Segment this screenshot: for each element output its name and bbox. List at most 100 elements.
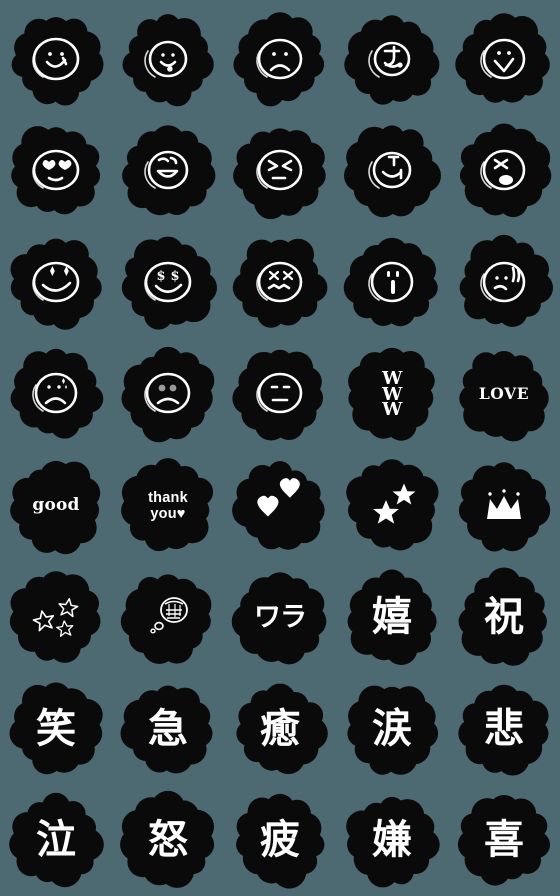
yorokobi-kanji-text[interactable]: 喜 [457, 795, 550, 886]
love-text[interactable]: LOVE [459, 351, 549, 442]
warai-kanji-text[interactable]: 笑 [9, 682, 103, 775]
sticker-cell [112, 339, 224, 451]
sticker-cell [336, 450, 448, 562]
neutral-blank-face[interactable] [232, 350, 323, 441]
sticker-cell [0, 227, 112, 339]
sticker-blob-shape [346, 797, 440, 888]
kanashii-kanji-text[interactable]: 悲 [458, 684, 549, 776]
sparkle-eyes-face[interactable] [10, 238, 102, 330]
wara-kana-text[interactable]: ワラ [231, 572, 327, 665]
sticker-blob-shape [344, 125, 441, 218]
sticker-blob-shape [11, 126, 101, 215]
squint-eyes-face[interactable] [233, 128, 326, 220]
sticker-cell: thank you♥ [112, 450, 224, 562]
sticker-cell: 怒 [112, 785, 224, 896]
heart-eyes-face[interactable] [11, 126, 101, 215]
happy-dot-eyes-face[interactable] [455, 13, 550, 103]
sticker-blob-shape [233, 128, 326, 220]
sticker-blob-shape [122, 125, 216, 216]
sticker-grid: $ $ W W W LOVE good thank you♥ ワラ 嬉 祝 笑 … [0, 0, 560, 896]
sticker-cell: 疲 [224, 785, 336, 896]
smiley-face[interactable] [11, 16, 104, 106]
sticker-cell [336, 227, 448, 339]
thank-you-text[interactable]: thank you♥ [121, 457, 214, 551]
sticker-blob-shape [347, 685, 439, 775]
sweat-drop-face[interactable] [459, 234, 553, 327]
sticker-blob-shape [343, 237, 438, 326]
two-hearts-symbol[interactable] [232, 460, 325, 550]
sticker-blob-shape [347, 569, 437, 666]
sticker-blob-shape [120, 791, 215, 889]
sticker-blob-shape [10, 460, 101, 554]
sticker-blob-shape [348, 348, 435, 441]
gloomy-gray-eyes-face[interactable] [121, 347, 215, 443]
outline-stars-symbol[interactable] [9, 571, 101, 664]
sticker-cell [224, 450, 336, 562]
sticker-blob-shape [9, 682, 103, 775]
tongue-out-face[interactable] [122, 13, 214, 107]
sticker-cell [336, 4, 448, 116]
sleeping-drool-face[interactable] [459, 123, 552, 218]
sticker-cell [224, 4, 336, 116]
tsukare-kanji-text[interactable]: 疲 [236, 794, 325, 889]
sticker-blob-shape [232, 238, 328, 328]
sticker-cell [0, 116, 112, 228]
sticker-blob-shape [231, 572, 327, 665]
two-stars-symbol[interactable] [346, 458, 439, 551]
sticker-blob-shape [455, 13, 550, 103]
kana-face-b[interactable] [344, 125, 441, 218]
sticker-blob-shape [232, 350, 323, 441]
sticker-cell: 嫌 [336, 785, 448, 896]
sticker-cell [224, 339, 336, 451]
sticker-cell [224, 227, 336, 339]
ikari-kanji-text[interactable]: 怒 [120, 791, 215, 889]
sticker-blob-shape [459, 234, 553, 327]
sticker-blob-shape [9, 793, 104, 888]
sticker-cell [112, 4, 224, 116]
sticker-cell: good [0, 450, 112, 562]
sticker-blob-shape [11, 16, 104, 106]
iya-kanji-text[interactable]: 嫌 [346, 797, 440, 888]
sticker-blob-shape [9, 571, 101, 664]
sticker-cell [0, 562, 112, 674]
good-text[interactable]: good [10, 460, 101, 554]
sticker-cell [448, 116, 560, 228]
sticker-cell: $ $ [112, 227, 224, 339]
kana-face-a[interactable] [344, 15, 440, 105]
sticker-cell: 泣 [0, 785, 112, 896]
sticker-blob-shape [10, 349, 104, 439]
sticker-blob-shape [458, 567, 547, 666]
sticker-blob-shape [10, 238, 102, 330]
sticker-cell: 癒 [224, 673, 336, 785]
sticker-cell: ワラ [224, 562, 336, 674]
dead-x-eyes-face[interactable] [232, 238, 328, 328]
sticker-cell [336, 116, 448, 228]
surprised-oh-face[interactable] [343, 237, 438, 326]
www-laugh-text[interactable]: WWW [348, 348, 435, 441]
ureshii-kanji-text[interactable]: 嬉 [347, 569, 437, 666]
iwai-kanji-text[interactable]: 祝 [458, 567, 547, 666]
sticker-cell: 嬉 [336, 562, 448, 674]
sticker-blob-shape [344, 15, 440, 105]
sticker-cell [448, 227, 560, 339]
grin-tongue-face[interactable] [122, 125, 216, 216]
money-eyes-face[interactable]: $ $ [121, 236, 217, 330]
iyasu-kanji-text[interactable]: 癒 [236, 683, 328, 774]
sticker-cell: LOVE [448, 339, 560, 451]
crown-symbol[interactable] [458, 461, 551, 552]
sticker-cell [448, 450, 560, 562]
naku-kanji-text[interactable]: 泣 [9, 793, 104, 888]
namida-kanji-text[interactable]: 涙 [347, 685, 439, 775]
sticker-blob-shape [121, 457, 214, 551]
thought-bubble-symbol[interactable] [120, 574, 212, 665]
sticker-cell: 涙 [336, 673, 448, 785]
sticker-blob-shape [458, 684, 549, 776]
sticker-cell [0, 4, 112, 116]
kyuu-kanji-text[interactable]: 急 [120, 685, 213, 774]
sticker-blob-shape [458, 461, 551, 552]
sticker-blob-shape [236, 683, 328, 774]
crying-worried-face[interactable] [10, 349, 104, 439]
sticker-cell: WWW [336, 339, 448, 451]
sticker-cell [224, 116, 336, 228]
sad-frown-face[interactable] [233, 11, 325, 107]
